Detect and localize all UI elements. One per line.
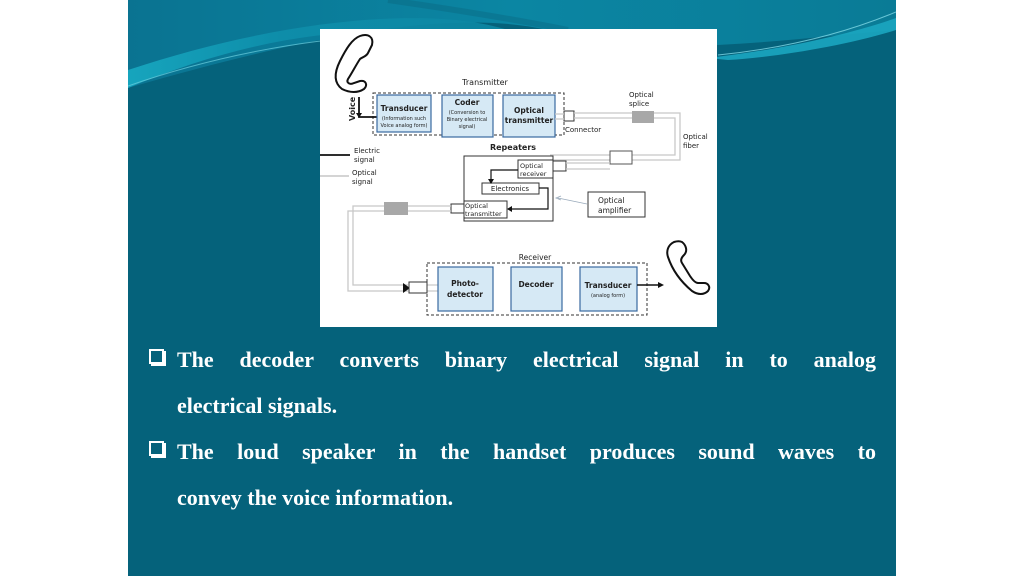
optical-communication-diagram: Transmitter Voice Transducer (Informatio…	[320, 29, 717, 327]
diagram-canvas: Transmitter Voice Transducer (Informatio…	[320, 34, 711, 316]
connector-label: Connector	[565, 126, 601, 134]
repeater-optical-receiver-label-2: receiver	[520, 170, 547, 178]
receiver-connector	[408, 281, 428, 294]
telephone-handset-icon-sender	[334, 34, 374, 93]
repeater-optical-receiver-label-1: Optical	[520, 162, 543, 170]
coder-subtitle-3: signal)	[459, 124, 476, 130]
slide: Transmitter Voice Transducer (Informatio…	[128, 0, 896, 576]
optical-amplifier-label-2: amplifier	[598, 206, 632, 215]
legend-electric-label-1: Electric	[354, 147, 380, 155]
photo-detector-block	[437, 266, 494, 312]
optical-transmitter-title-2: transmitter	[505, 116, 554, 125]
receiver-title: Receiver	[519, 253, 552, 262]
bullet-list: The decoder converts binary electrical s…	[146, 337, 876, 521]
checkbox-bullet-icon	[149, 441, 164, 456]
telephone-handset-icon-receiver	[666, 240, 711, 295]
repeater-optical-transmitter-label-1: Optical	[465, 202, 488, 210]
transducer-title: Transducer	[381, 104, 428, 113]
legend-optical-label-1: Optical	[352, 169, 377, 177]
bullet-text-line1: The loud speaker in the handset produces…	[177, 439, 876, 464]
repeaters-title: Repeaters	[490, 143, 536, 152]
connector	[563, 110, 575, 122]
receiver-transducer-subtitle: (analog form)	[591, 293, 625, 299]
checkbox-bullet-icon	[149, 349, 164, 364]
optical-splice-label-1: Optical	[629, 91, 654, 99]
coder-subtitle-1: (Conversion to	[449, 110, 486, 116]
bullet-item: The loud speaker in the handset produces…	[146, 429, 876, 521]
photo-detector-title-1: Photo-	[451, 279, 479, 288]
bullet-text-line1: The decoder converts binary electrical s…	[177, 347, 876, 372]
decoder-title: Decoder	[518, 280, 553, 289]
transducer-subtitle-1: (Information such	[382, 116, 426, 122]
repeater-electronics-label: Electronics	[491, 185, 530, 193]
receiver-transducer-title: Transducer	[585, 281, 632, 290]
bullet-text-line2: electrical signals.	[177, 393, 338, 418]
optical-amplifier-label-1: Optical	[598, 196, 625, 205]
coder-title: Coder	[455, 98, 480, 107]
transducer-subtitle-2: Voice analog form)	[380, 123, 427, 129]
legend-optical-label-2: signal	[352, 178, 373, 186]
transmitter-title: Transmitter	[461, 78, 508, 87]
bullet-item: The decoder converts binary electrical s…	[146, 337, 876, 429]
repeater-optical-transmitter-label-2: transmitter	[465, 210, 502, 218]
legend-electric-label-2: signal	[354, 156, 375, 164]
optical-splice-2	[384, 202, 408, 215]
voice-arrow	[358, 97, 377, 118]
optical-splice	[632, 111, 654, 123]
bullet-text-line2: convey the voice information.	[177, 485, 454, 510]
photo-detector-title-2: detector	[447, 290, 483, 299]
optical-fiber-label-2: fiber	[683, 142, 699, 150]
optical-fiber-label-1: Optical	[683, 133, 708, 141]
coder-subtitle-2: Binary electrical	[447, 117, 488, 123]
voice-label: Voice	[348, 96, 357, 121]
optical-splice-label-2: splice	[629, 100, 649, 108]
optical-transmitter-title-1: Optical	[514, 106, 544, 115]
repeater-input-connector	[609, 150, 633, 165]
optical-fiber-bottom	[352, 205, 451, 286]
decoder-block	[510, 266, 563, 312]
